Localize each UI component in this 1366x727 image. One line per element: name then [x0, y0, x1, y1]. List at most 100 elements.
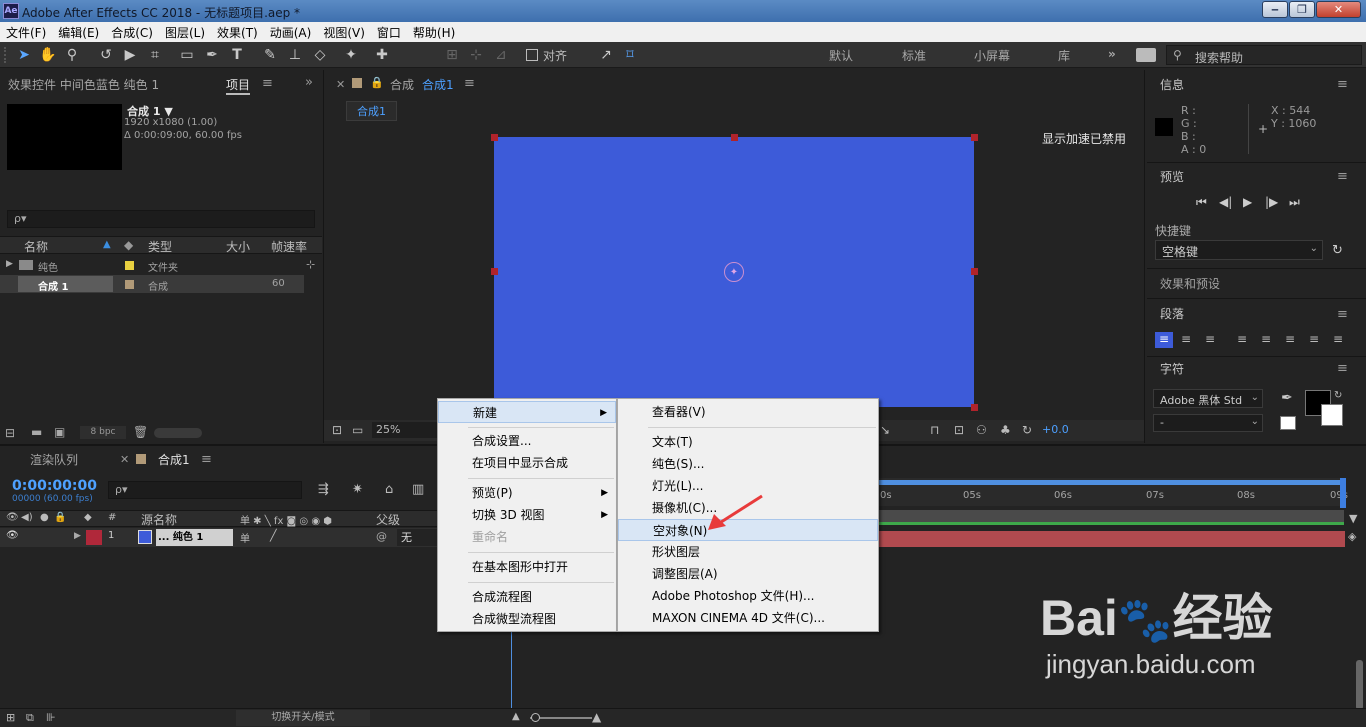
exposure-value[interactable]: +0.0	[1042, 423, 1069, 436]
project-row[interactable]: 合成 1 合成 60	[0, 275, 304, 293]
bbox-handle[interactable]	[491, 134, 498, 141]
label-color-swatch[interactable]	[125, 261, 134, 270]
justify-all-lines-icon[interactable]: ≡	[1333, 332, 1343, 346]
lock-icon[interactable]: 🔒	[54, 512, 66, 523]
in-out-icon[interactable]: ⊪	[46, 711, 56, 724]
frame-blending-icon[interactable]: ▥	[412, 482, 424, 497]
pan-behind-tool-icon[interactable]: ⌗	[145, 46, 165, 64]
menu-view[interactable]: 视图(V)	[317, 24, 371, 41]
work-area-end-handle[interactable]	[1340, 478, 1346, 508]
new-folder-icon[interactable]: ▬	[31, 425, 42, 439]
next-frame-icon[interactable]: |▶	[1265, 195, 1278, 209]
source-name-header[interactable]: 源名称	[141, 511, 177, 528]
eye-icon[interactable]: 👁	[6, 512, 19, 523]
col-size[interactable]: 大小	[226, 238, 250, 255]
timeline-menu-icon[interactable]: ≡	[201, 452, 212, 467]
sort-up-icon[interactable]: ▲	[103, 239, 111, 250]
loop-icon[interactable]: ↻	[1332, 243, 1343, 258]
col-name[interactable]: 名称	[24, 238, 48, 255]
layer-name-field[interactable]: ... 纯色 1	[156, 529, 233, 546]
toolbar-grip[interactable]	[4, 47, 10, 63]
camera-view-icon[interactable]: ↘	[880, 423, 890, 437]
justify-all-icon[interactable]: ≡	[1309, 332, 1319, 346]
monitor-icon[interactable]: ▭	[352, 423, 363, 437]
layer-label-swatch[interactable]	[86, 530, 102, 545]
solo-icon[interactable]: ●	[40, 512, 49, 523]
col-type[interactable]: 类型	[148, 238, 172, 255]
lock-icon[interactable]: 🔒	[370, 76, 384, 89]
snap-target-icon[interactable]: ⌑	[620, 46, 640, 64]
bbox-handle[interactable]	[731, 134, 738, 141]
align-left-icon[interactable]: ≡	[1155, 332, 1173, 348]
font-style-select[interactable]: - ⌄	[1153, 414, 1263, 432]
viewer-tab-label[interactable]: 合成	[390, 76, 414, 93]
workspace-more-icon[interactable]: »	[1108, 47, 1116, 61]
project-tab[interactable]: 项目	[226, 76, 251, 95]
view-axis-icon[interactable]: ⊿	[491, 46, 511, 64]
viewer-menu-icon[interactable]: ≡	[464, 76, 475, 91]
label-tag-icon[interactable]: ◆	[84, 512, 92, 523]
timeline-comp-tab[interactable]: 合成1	[158, 451, 190, 468]
channel-icon[interactable]: ♣	[1000, 423, 1011, 437]
character-menu-icon[interactable]: ≡	[1337, 361, 1348, 376]
project-menu-icon[interactable]: ≡	[262, 76, 273, 91]
expand-arrow-icon[interactable]: ▶	[74, 531, 81, 541]
thumbnail-slider[interactable]	[154, 428, 202, 438]
zoom-out-icon[interactable]: ▲	[512, 711, 520, 722]
pickwhip-icon[interactable]: @	[376, 530, 387, 543]
menu-item-comp-flowchart[interactable]: 合成流程图	[438, 586, 616, 608]
submenu-item-cinema4d-file[interactable]: MAXON CINEMA 4D 文件(C)...	[618, 607, 878, 629]
switches-header-icon[interactable]: 单 ✱ ╲ fx ◙ ◎ ◉ ⬢	[240, 512, 332, 527]
workspace-small-screen[interactable]: 小屏幕	[974, 47, 1010, 64]
puppet-tool-icon[interactable]: ✚	[372, 46, 392, 64]
menu-item-switch-3d-view[interactable]: 切换 3D 视图 ▶	[438, 504, 616, 526]
workspace-default[interactable]: 默认	[829, 47, 853, 64]
col-fps[interactable]: 帧速率	[271, 238, 307, 255]
menu-window[interactable]: 窗口	[371, 24, 407, 41]
shortcut-select[interactable]: 空格键 ⌄	[1155, 240, 1323, 260]
label-tag-icon[interactable]: ◆	[124, 238, 133, 252]
justify-right-icon[interactable]: ≡	[1285, 332, 1295, 346]
toggle-mask-icon[interactable]: ⊓	[930, 423, 939, 437]
bbox-handle[interactable]	[971, 404, 978, 411]
submenu-item-shape-layer[interactable]: 形状图层	[618, 541, 878, 563]
sync-settings-icon[interactable]	[1136, 48, 1156, 62]
submenu-item-solid[interactable]: 纯色(S)...	[618, 453, 878, 475]
shy-switch-icon[interactable]: 单	[240, 530, 250, 545]
project-search-input[interactable]: ρ▾	[7, 210, 315, 228]
clone-stamp-tool-icon[interactable]: ⊥	[285, 46, 305, 64]
bbox-handle[interactable]	[491, 268, 498, 275]
bbox-handle[interactable]	[971, 134, 978, 141]
close-tab-icon[interactable]: ✕	[120, 453, 129, 466]
workspace-standard[interactable]: 标准	[902, 47, 926, 64]
draft-3d-icon[interactable]: ✷	[352, 482, 363, 497]
parent-select[interactable]: 无	[397, 529, 437, 546]
label-color-swatch[interactable]	[125, 280, 134, 289]
submenu-item-viewer[interactable]: 查看器(V)	[618, 401, 878, 423]
maximize-button[interactable]: ❐	[1289, 1, 1315, 18]
comp-flowchart-icon[interactable]: ⇶	[318, 482, 329, 497]
menu-item-open-essential-graphics[interactable]: 在基本图形中打开	[438, 556, 616, 578]
timeline-scrollbar[interactable]	[1356, 660, 1363, 710]
quality-switch-icon[interactable]: ╱	[270, 529, 277, 542]
rotate-tool-icon[interactable]: ↺	[96, 46, 116, 64]
selection-tool-icon[interactable]: ➤	[14, 46, 34, 64]
info-panel-title[interactable]: 信息	[1160, 76, 1184, 93]
menu-item-comp-mini-flowchart[interactable]: 合成微型流程图	[438, 608, 616, 630]
layer-row[interactable]: 👁 ▶ 1 ... 纯色 1 单 ╱ @ 无	[0, 528, 437, 547]
brush-tool-icon[interactable]: ✎	[260, 46, 280, 64]
comp-marker-icon[interactable]: ▼	[1349, 512, 1357, 525]
comp-breadcrumb[interactable]: 合成1	[346, 101, 397, 121]
effects-presets-title[interactable]: 效果和预设	[1160, 275, 1220, 292]
font-family-select[interactable]: Adobe 黑体 Std ⌄	[1153, 389, 1263, 408]
render-queue-tab[interactable]: 渲染队列	[30, 451, 78, 468]
menu-animation[interactable]: 动画(A)	[264, 24, 318, 41]
new-comp-icon[interactable]: ▣	[54, 425, 65, 439]
panel-expand-icon[interactable]: »	[305, 75, 313, 90]
current-timecode[interactable]: 0:00:00:00	[12, 478, 97, 494]
first-frame-icon[interactable]: ⏮	[1196, 195, 1207, 210]
menu-item-new[interactable]: 新建 ▶	[438, 401, 616, 423]
effect-controls-tab[interactable]: 效果控件 中间色蓝色 纯色 1	[8, 76, 159, 93]
keyframe-nav-icon[interactable]: ◈	[1348, 530, 1356, 543]
bit-depth-button[interactable]: 8 bpc	[80, 426, 126, 439]
